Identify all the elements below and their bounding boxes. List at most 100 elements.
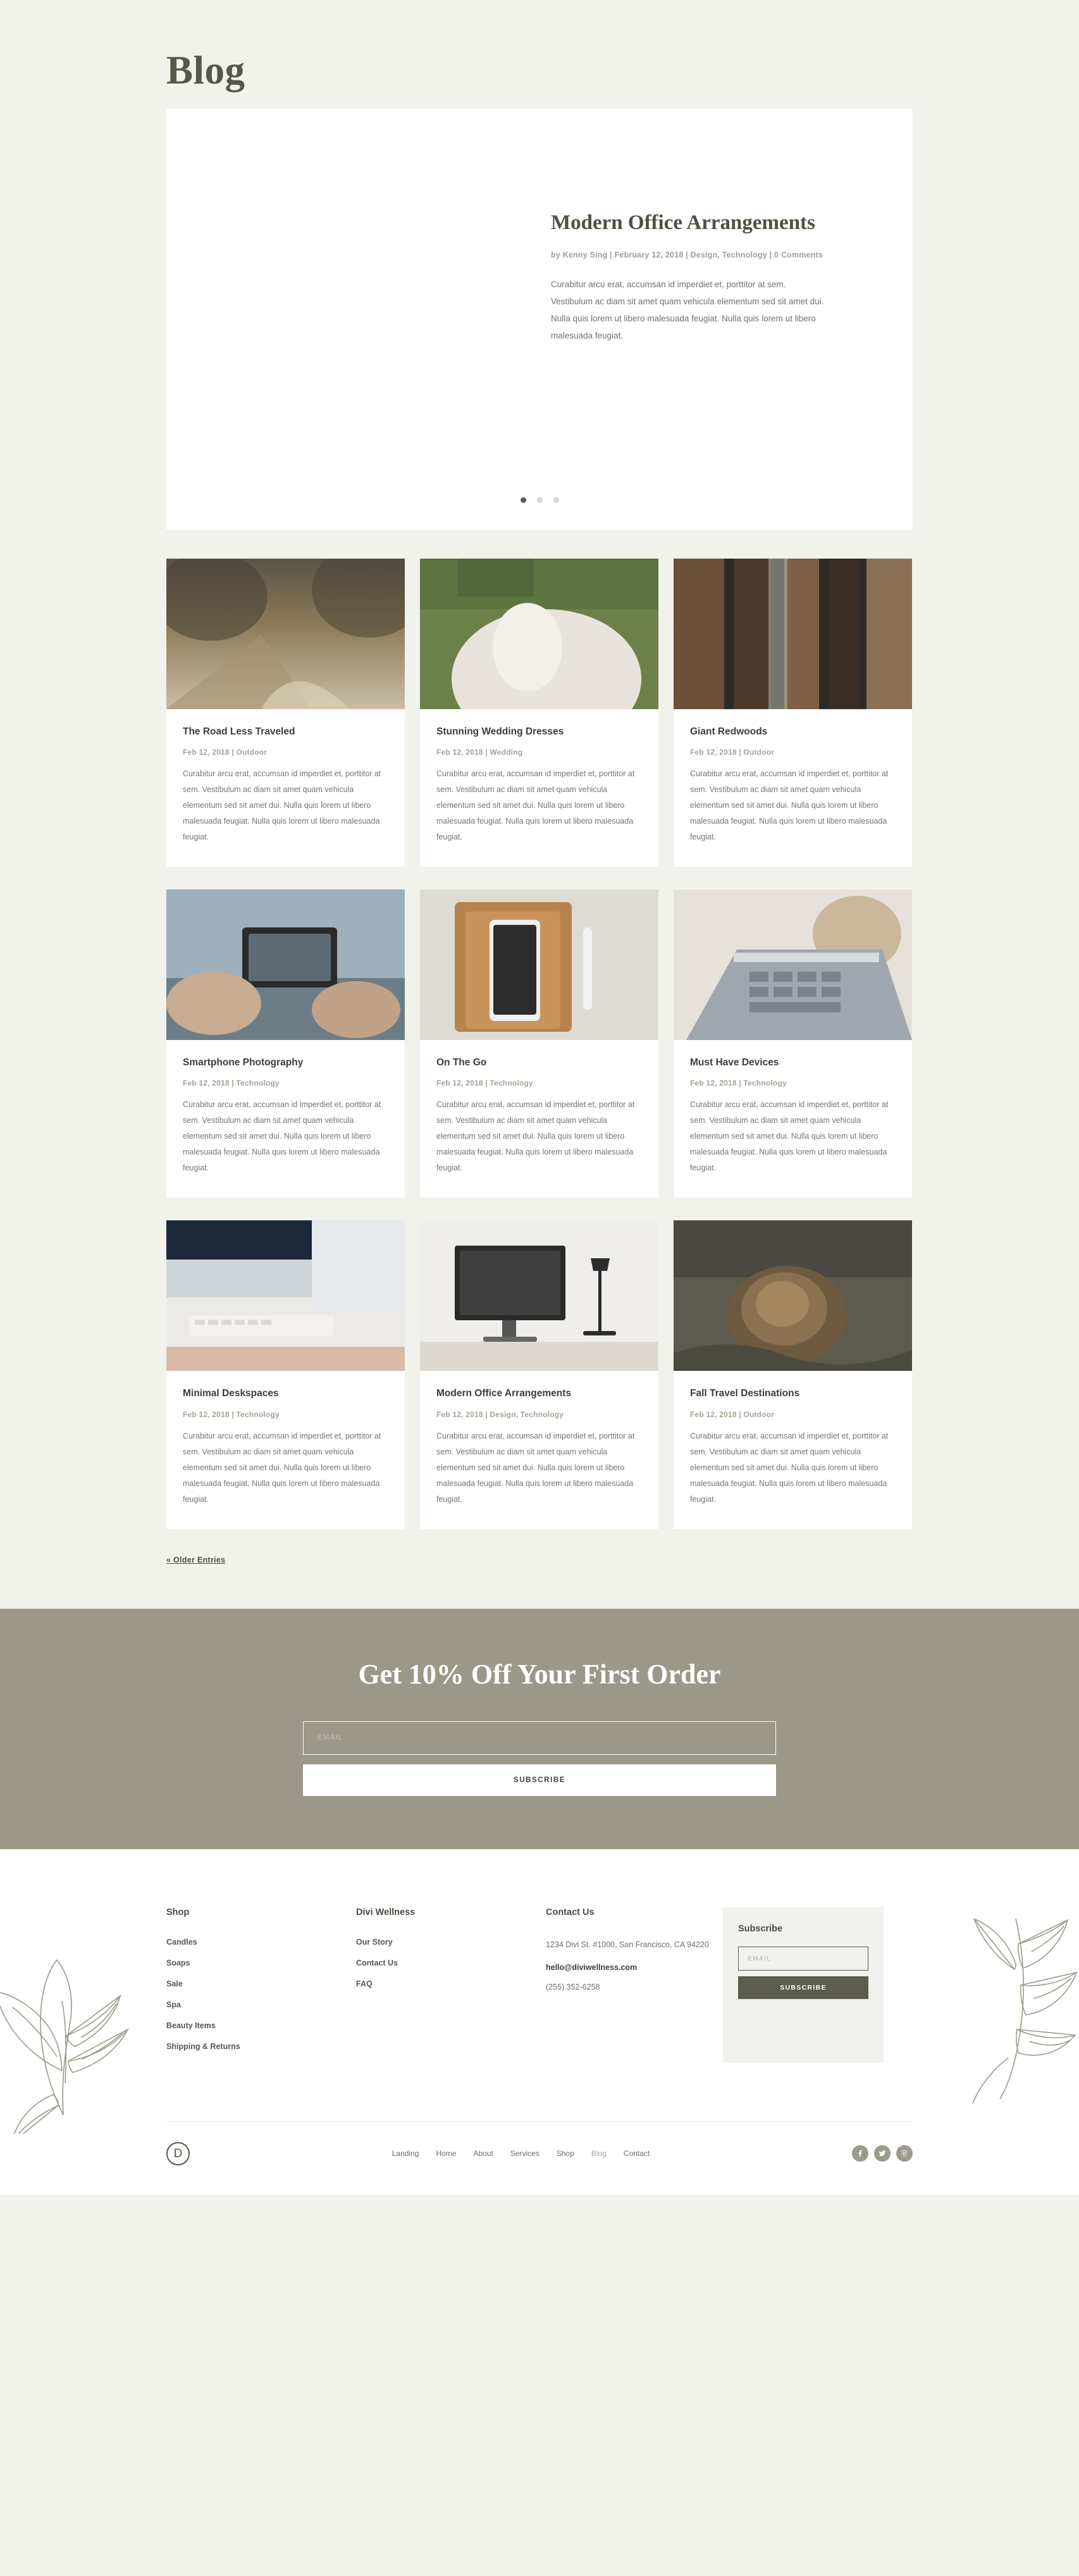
post-title[interactable]: Giant Redwoods [690, 726, 896, 738]
footer-nav-home[interactable]: Home [436, 2149, 456, 2158]
post-body: The Road Less Traveled Feb 12, 2018 | Ou… [166, 709, 405, 867]
facebook-icon[interactable] [852, 2145, 868, 2162]
post-card[interactable]: Must Have Devices Feb 12, 2018 | Technol… [674, 889, 912, 1198]
post-body: Smartphone Photography Feb 12, 2018 | Te… [166, 1040, 405, 1198]
post-excerpt: Curabitur arcu erat, accumsan id imperdi… [183, 1431, 381, 1504]
footer-nav-landing[interactable]: Landing [392, 2149, 419, 2158]
post-meta: Feb 12, 2018 | Technology [690, 1079, 787, 1088]
post-row: The Road Less Traveled Feb 12, 2018 | Ou… [166, 559, 913, 867]
post-row: Minimal Deskspaces Feb 12, 2018 | Techno… [166, 1220, 913, 1529]
post-thumbnail[interactable] [166, 1220, 405, 1372]
footer-link[interactable]: Sale [166, 1979, 356, 1988]
footer-column-contact: Contact Us 1234 Divi St. #1000, San Fran… [546, 1907, 723, 2063]
footer-columns: Shop Candles Soaps Sale Spa Beauty Items… [166, 1907, 913, 2063]
post-excerpt: Curabitur arcu erat, accumsan id imperdi… [690, 1100, 889, 1173]
post-card[interactable]: Smartphone Photography Feb 12, 2018 | Te… [166, 889, 405, 1198]
post-title[interactable]: On The Go [436, 1056, 642, 1069]
slider-dots[interactable] [166, 497, 913, 504]
footer-column-heading: Shop [166, 1907, 190, 1917]
page-title: Blog [166, 48, 245, 92]
footer-nav-services[interactable]: Services [510, 2149, 540, 2158]
post-meta: Feb 12, 2018 | Outdoor [690, 1409, 775, 1419]
blog-page: Blog Modern Office Arrangements by Kenny… [0, 0, 1079, 2195]
post-title[interactable]: Must Have Devices [690, 1056, 896, 1069]
cta-heading: Get 10% Off Your First Order [358, 1658, 721, 1690]
post-card[interactable]: Giant Redwoods Feb 12, 2018 | Outdoor Cu… [674, 559, 912, 867]
footer-link[interactable]: Candles [166, 1938, 356, 1947]
post-meta: Feb 12, 2018 | Wedding [436, 748, 523, 757]
slider-dot-1[interactable] [520, 497, 526, 504]
footer-column-heading: Divi Wellness [356, 1907, 416, 1917]
footer-email-input[interactable] [738, 1946, 868, 1971]
post-thumbnail[interactable] [420, 889, 658, 1041]
post-title[interactable]: Fall Travel Destinations [690, 1387, 896, 1400]
instagram-icon[interactable] [896, 2145, 913, 2162]
post-title[interactable]: Modern Office Arrangements [436, 1387, 642, 1400]
post-thumbnail[interactable] [674, 559, 912, 710]
post-excerpt: Curabitur arcu erat, accumsan id imperdi… [436, 769, 635, 842]
post-title[interactable]: The Road Less Traveled [183, 726, 388, 738]
footer-subscribe-widget: Subscribe SUBSCRIBE [723, 1907, 884, 2063]
cta-email-input[interactable] [303, 1721, 776, 1755]
cta-form: SUBSCRIBE [303, 1721, 776, 1796]
post-excerpt: Curabitur arcu erat, accumsan id imperdi… [690, 1431, 889, 1504]
cta-section: Get 10% Off Your First Order SUBSCRIBE [0, 1608, 1079, 1849]
footer-subscribe-heading: Subscribe [738, 1923, 783, 1934]
post-thumbnail[interactable] [674, 1220, 912, 1372]
post-body: Giant Redwoods Feb 12, 2018 | Outdoor Cu… [674, 709, 912, 867]
post-card[interactable]: Minimal Deskspaces Feb 12, 2018 | Techno… [166, 1220, 405, 1529]
divi-logo-icon[interactable]: D [166, 2141, 190, 2165]
post-row: Smartphone Photography Feb 12, 2018 | Te… [166, 889, 913, 1198]
footer-email[interactable]: hello@diviwellness.com [546, 1963, 723, 1972]
footer-link[interactable]: Spa [166, 2000, 356, 2009]
footer-link[interactable]: Shipping & Returns [166, 2042, 356, 2051]
footer-link[interactable]: Soaps [166, 1959, 356, 1967]
footer-column-shop: Shop Candles Soaps Sale Spa Beauty Items… [166, 1907, 356, 2063]
post-body: Must Have Devices Feb 12, 2018 | Technol… [674, 1040, 912, 1198]
post-title[interactable]: Minimal Deskspaces [183, 1387, 388, 1400]
post-excerpt: Curabitur arcu erat, accumsan id imperdi… [183, 769, 381, 842]
post-card[interactable]: Fall Travel Destinations Feb 12, 2018 | … [674, 1220, 912, 1529]
post-excerpt: Curabitur arcu erat, accumsan id imperdi… [436, 1100, 635, 1173]
footer-link[interactable]: FAQ [356, 1979, 546, 1988]
post-card[interactable]: On The Go Feb 12, 2018 | Technology Cura… [420, 889, 658, 1198]
cta-subscribe-button[interactable]: SUBSCRIBE [303, 1764, 776, 1796]
twitter-icon[interactable] [874, 2145, 891, 2162]
footer-nav-contact[interactable]: Contact [624, 2149, 650, 2158]
footer-nav-blog[interactable]: Blog [591, 2149, 607, 2158]
post-card[interactable]: The Road Less Traveled Feb 12, 2018 | Ou… [166, 559, 405, 867]
footer-nav-about[interactable]: About [473, 2149, 493, 2158]
post-meta: Feb 12, 2018 | Outdoor [183, 748, 268, 757]
footer-link[interactable]: Beauty Items [166, 2021, 356, 2030]
footer-link[interactable]: Our Story [356, 1938, 546, 1947]
older-entries-link[interactable]: « Older Entries [166, 1556, 225, 1564]
post-title[interactable]: Stunning Wedding Dresses [436, 726, 642, 738]
post-excerpt: Curabitur arcu erat, accumsan id imperdi… [183, 1100, 381, 1173]
footer-subscribe-button[interactable]: SUBSCRIBE [738, 1976, 868, 1999]
footer-link-list: Our Story Contact Us FAQ [356, 1938, 546, 1988]
leaf-decoration-left [0, 1959, 129, 2134]
post-thumbnail[interactable] [166, 889, 405, 1041]
hero-content: Modern Office Arrangements by Kenny Sing… [540, 109, 913, 529]
slider-dot-3[interactable] [553, 497, 559, 504]
page-header: Blog [166, 0, 913, 109]
post-thumbnail[interactable] [420, 1220, 658, 1372]
post-body: On The Go Feb 12, 2018 | Technology Cura… [420, 1040, 658, 1198]
hero-meta: by Kenny Sing | February 12, 2018 | Desi… [551, 251, 823, 260]
footer-link[interactable]: Contact Us [356, 1959, 546, 1967]
footer-bottom-bar: D Landing Home About Services Shop Blog … [166, 2122, 913, 2195]
post-title[interactable]: Smartphone Photography [183, 1056, 388, 1069]
post-body: Minimal Deskspaces Feb 12, 2018 | Techno… [166, 1371, 405, 1528]
post-meta: Feb 12, 2018 | Technology [183, 1079, 280, 1088]
slider-dot-2[interactable] [536, 497, 543, 504]
post-thumbnail[interactable] [420, 559, 658, 710]
hero-heading[interactable]: Modern Office Arrangements [551, 210, 824, 236]
footer-nav-shop[interactable]: Shop [557, 2149, 574, 2158]
post-body: Stunning Wedding Dresses Feb 12, 2018 | … [420, 709, 658, 867]
post-thumbnail[interactable] [674, 889, 912, 1041]
post-card[interactable]: Stunning Wedding Dresses Feb 12, 2018 | … [420, 559, 658, 867]
footer-column-divi-wellness: Divi Wellness Our Story Contact Us FAQ [356, 1907, 546, 2063]
post-thumbnail[interactable] [166, 559, 405, 710]
post-card[interactable]: Modern Office Arrangements Feb 12, 2018 … [420, 1220, 658, 1529]
footer-nav: Landing Home About Services Shop Blog Co… [392, 2149, 650, 2158]
